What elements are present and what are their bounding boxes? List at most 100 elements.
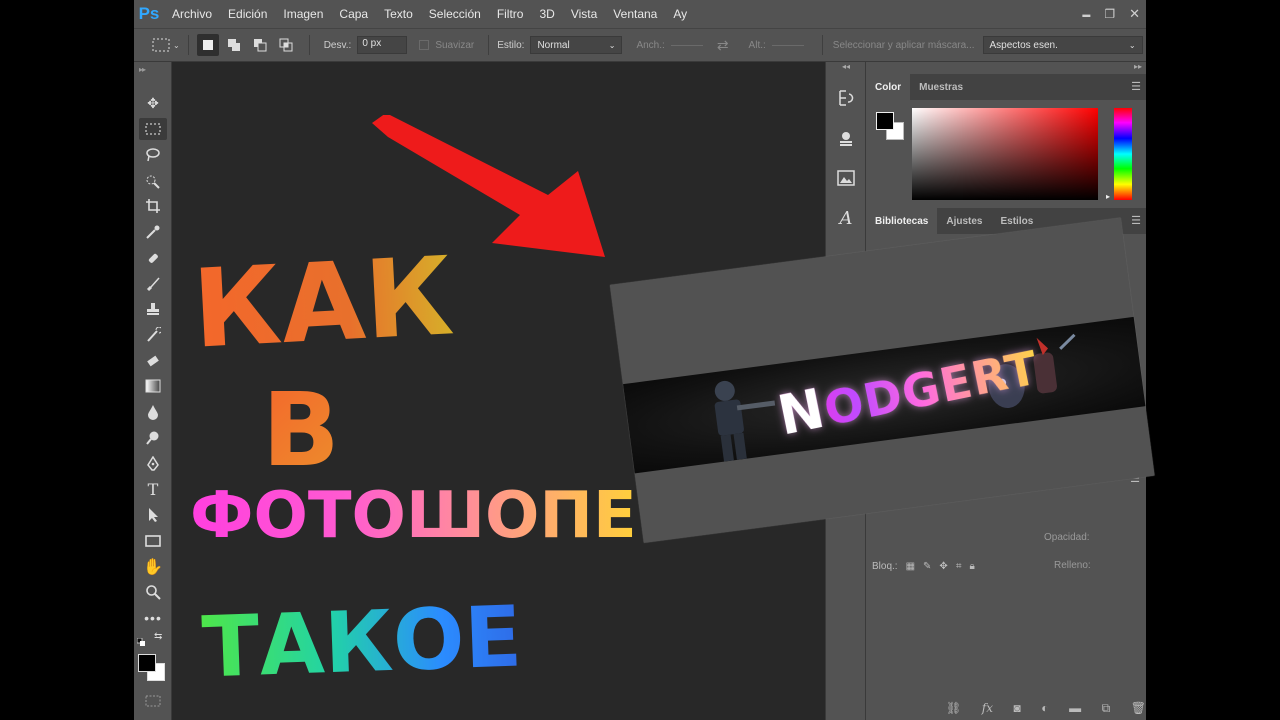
marquee-tool-icon[interactable] xyxy=(139,118,167,140)
hue-slider[interactable] xyxy=(1114,108,1132,200)
rectangle-tool-icon[interactable] xyxy=(139,530,167,552)
options-bar: ⌄ Desv.: 0 px Suavizar Estilo: Normal ⌄ … xyxy=(134,28,1146,62)
eraser-tool-icon[interactable] xyxy=(139,350,167,372)
antialias-checkbox[interactable] xyxy=(419,40,430,50)
swap-icon[interactable]: ⇄ xyxy=(717,37,729,54)
layer-style-icon[interactable]: fx xyxy=(982,701,993,715)
lock-artboard-icon[interactable]: ⌗ xyxy=(956,561,962,572)
panel-menu-icon[interactable]: ☰ xyxy=(1131,214,1141,227)
restore-button[interactable]: ❐ xyxy=(1104,7,1115,21)
feather-input[interactable]: 0 px xyxy=(357,36,408,54)
workspace-select[interactable]: Aspectos esen. ⌄ xyxy=(982,36,1143,54)
feather-label: Desv.: xyxy=(323,39,352,51)
menu-vista[interactable]: Vista xyxy=(563,0,605,28)
link-layers-icon[interactable]: ⛓︎ xyxy=(946,701,961,715)
pen-tool-icon[interactable] xyxy=(139,453,167,475)
add-selection-button[interactable] xyxy=(223,34,245,56)
menu-texto[interactable]: Texto xyxy=(376,0,421,28)
chevron-down-icon: ⌄ xyxy=(608,40,616,50)
quick-selection-tool-icon[interactable] xyxy=(139,170,167,192)
menu-edicion[interactable]: Edición xyxy=(220,0,275,28)
menu-seleccion[interactable]: Selección xyxy=(421,0,489,28)
dodge-tool-icon[interactable] xyxy=(139,427,167,449)
select-mask-button[interactable]: Seleccionar y aplicar máscara... xyxy=(833,40,975,51)
menu-bar: Ps Archivo Edición Imagen Capa Texto Sel… xyxy=(134,0,1146,28)
new-selection-button[interactable] xyxy=(196,34,219,56)
layers-panel-menu-icon[interactable]: ☰ xyxy=(1130,472,1140,485)
tab-adjustments[interactable]: Ajustes xyxy=(937,208,991,234)
lasso-tool-icon[interactable] xyxy=(139,144,167,166)
color-fg-swatch[interactable] xyxy=(876,112,894,130)
clone-stamp-tool-icon[interactable] xyxy=(139,298,167,320)
menu-archivo[interactable]: Archivo xyxy=(164,0,220,28)
collapse-grip-icon[interactable]: ▸▸ xyxy=(139,65,146,74)
document-canvas[interactable] xyxy=(172,62,825,720)
width-input[interactable] xyxy=(670,44,703,46)
style-select[interactable]: Normal ⌄ xyxy=(530,36,623,54)
lock-pixels-icon[interactable]: ✎ xyxy=(923,561,931,572)
ps-logo: Ps xyxy=(138,4,160,23)
swap-colors-icon[interactable]: ⇆ xyxy=(154,631,162,642)
lock-position-icon[interactable]: ✥ xyxy=(939,561,947,572)
menu-ayuda[interactable]: Ay xyxy=(665,0,695,28)
new-group-icon[interactable]: ▬ xyxy=(1069,701,1081,715)
menu-filtro[interactable]: Filtro xyxy=(489,0,532,28)
tab-swatches[interactable]: Muestras xyxy=(910,74,972,100)
default-colors-icon[interactable] xyxy=(136,634,146,646)
crop-tool-icon[interactable] xyxy=(139,195,167,217)
more-tools-icon[interactable]: ••• xyxy=(139,607,167,629)
divider xyxy=(187,35,189,55)
color-field[interactable] xyxy=(912,108,1098,200)
antialias-label: Suavizar xyxy=(435,39,475,51)
brush-tool-icon[interactable] xyxy=(139,273,167,295)
collapse-grip-icon[interactable]: ▸▸ xyxy=(1134,62,1142,71)
panel-menu-icon[interactable]: ☰ xyxy=(1131,80,1141,93)
hand-tool-icon[interactable]: ✋ xyxy=(139,556,167,578)
collapse-grip-icon[interactable]: ◂◂ xyxy=(842,62,850,71)
path-selection-tool-icon[interactable] xyxy=(139,504,167,526)
subtract-selection-button[interactable] xyxy=(249,34,271,56)
eyedropper-tool-icon[interactable] xyxy=(139,221,167,243)
type-tool-icon[interactable]: T xyxy=(139,478,167,500)
tab-styles[interactable]: Estilos xyxy=(991,208,1042,234)
chevron-down-icon: ⌄ xyxy=(1128,40,1136,50)
quick-mask-icon[interactable] xyxy=(139,690,167,712)
menu-imagen[interactable]: Imagen xyxy=(275,0,331,28)
video-thumbnail: Ps Archivo Edición Imagen Capa Texto Sel… xyxy=(0,0,1280,720)
photoshop-window: Ps Archivo Edición Imagen Capa Texto Sel… xyxy=(134,0,1146,720)
layers-footer: ⛓︎ fx ◙ ◐ ▬ ⧉ 🗑︎ xyxy=(946,698,1146,718)
tab-libraries[interactable]: Bibliotecas xyxy=(866,208,938,234)
blur-tool-icon[interactable] xyxy=(139,401,167,423)
healing-brush-tool-icon[interactable] xyxy=(139,247,167,269)
image-panel-icon[interactable] xyxy=(832,164,860,192)
workspace-select-value: Aspectos esen. xyxy=(989,39,1058,51)
hue-slider-handle-icon[interactable]: ▸ xyxy=(1106,192,1110,201)
foreground-color-swatch[interactable] xyxy=(138,654,156,672)
menu-3d[interactable]: 3D xyxy=(531,0,562,28)
character-panel-icon[interactable]: A xyxy=(832,204,860,232)
tab-color[interactable]: Color xyxy=(866,74,911,100)
close-button[interactable]: ✕ xyxy=(1129,6,1140,22)
menu-ventana[interactable]: Ventana xyxy=(605,0,665,28)
swap-colors-group: ⇆ xyxy=(136,631,169,646)
marquee-preset-icon[interactable]: ⌄ xyxy=(152,38,180,52)
history-brush-tool-icon[interactable] xyxy=(139,324,167,346)
zoom-tool-icon[interactable] xyxy=(139,581,167,603)
history-panel-icon[interactable] xyxy=(832,84,860,112)
height-input[interactable] xyxy=(771,44,804,46)
intersect-selection-button[interactable] xyxy=(275,34,297,56)
new-layer-icon[interactable]: ⧉ xyxy=(1102,701,1111,716)
add-mask-icon[interactable]: ◙ xyxy=(1014,701,1021,715)
style-select-value: Normal xyxy=(537,39,570,51)
adjustment-layer-icon[interactable]: ◐ xyxy=(1041,701,1048,715)
panels-column: ▸▸ Color Muestras ☰ ▸ Bibliotecas Ajuste… xyxy=(865,62,1146,720)
lock-transparent-icon[interactable]: ▦ xyxy=(906,561,915,572)
gradient-tool-icon[interactable] xyxy=(139,375,167,397)
collapsed-panels-strip: ◂◂ A xyxy=(825,62,865,720)
move-tool-icon[interactable]: ✥ xyxy=(139,92,167,114)
delete-layer-icon[interactable]: 🗑︎ xyxy=(1131,701,1146,715)
properties-panel-icon[interactable] xyxy=(832,124,860,152)
minimize-button[interactable]: ▬ xyxy=(1082,10,1090,19)
lock-all-icon[interactable]: 🔒︎ xyxy=(969,561,974,572)
menu-capa[interactable]: Capa xyxy=(331,0,376,28)
